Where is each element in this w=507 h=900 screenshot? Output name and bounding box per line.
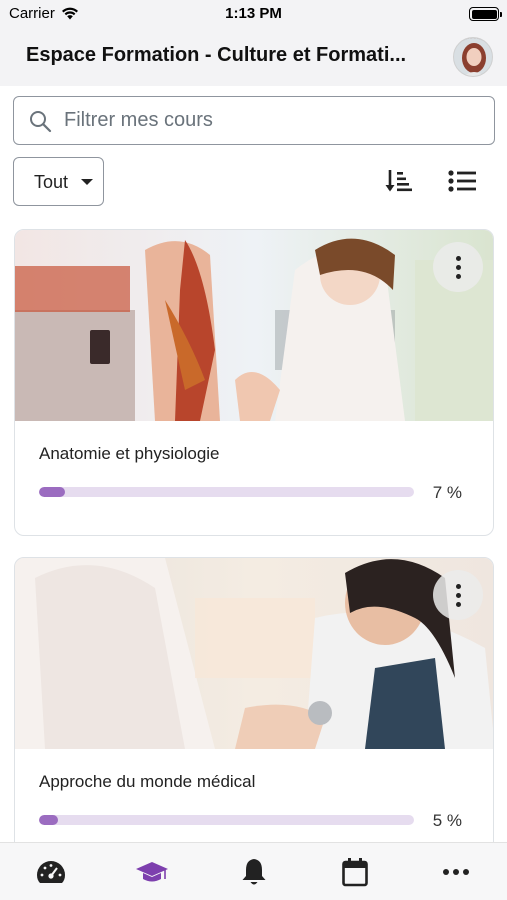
- course-card[interactable]: Anatomie et physiologie 7 %: [14, 229, 494, 536]
- search-box: [13, 96, 495, 145]
- search-input[interactable]: [64, 107, 484, 133]
- course-progress-bar: [39, 487, 414, 497]
- course-progress-text: 7 %: [432, 483, 462, 502]
- sort-icon[interactable]: [385, 168, 413, 194]
- avatar[interactable]: [453, 37, 493, 77]
- tab-notifications[interactable]: [234, 855, 274, 889]
- more-icon: [443, 869, 469, 875]
- filter-selected-label: Tout: [34, 172, 69, 192]
- status-time: 1:13 PM: [225, 5, 282, 22]
- course-image: [15, 230, 493, 421]
- page-title: Espace Formation - Culture et Formati...: [26, 44, 407, 66]
- course-title: Anatomie et physiologie: [39, 444, 220, 463]
- status-bar: Carrier 1:13 PM: [0, 0, 507, 28]
- course-progress-text: 5 %: [432, 811, 462, 830]
- tab-dashboard[interactable]: [31, 855, 71, 889]
- course-options-button[interactable]: [433, 242, 483, 292]
- course-progress-fill: [39, 487, 66, 497]
- course-options-button[interactable]: [433, 570, 483, 620]
- tab-more[interactable]: [436, 855, 476, 889]
- tab-courses[interactable]: [132, 855, 172, 889]
- course-card[interactable]: Approche du monde médical 5 %: [14, 557, 494, 857]
- courses-icon: [136, 862, 168, 882]
- course-title: Approche du monde médical: [39, 772, 256, 791]
- battery-icon: [469, 7, 502, 21]
- calendar-icon: [342, 858, 368, 887]
- course-progress-bar: [39, 815, 414, 825]
- tab-calendar[interactable]: [335, 855, 375, 889]
- list-view-icon[interactable]: [448, 170, 476, 192]
- caret-down-icon: [81, 179, 93, 185]
- course-progress-fill: [39, 815, 58, 825]
- course-filter-select[interactable]: Tout: [13, 157, 104, 206]
- dashboard-icon: [37, 861, 65, 883]
- course-image: [15, 558, 493, 749]
- search-icon: [30, 111, 52, 133]
- bottom-tab-bar: [0, 842, 507, 900]
- app-header: Espace Formation - Culture et Formati...: [0, 28, 507, 86]
- avatar-image: [454, 38, 492, 76]
- notifications-icon: [242, 859, 266, 885]
